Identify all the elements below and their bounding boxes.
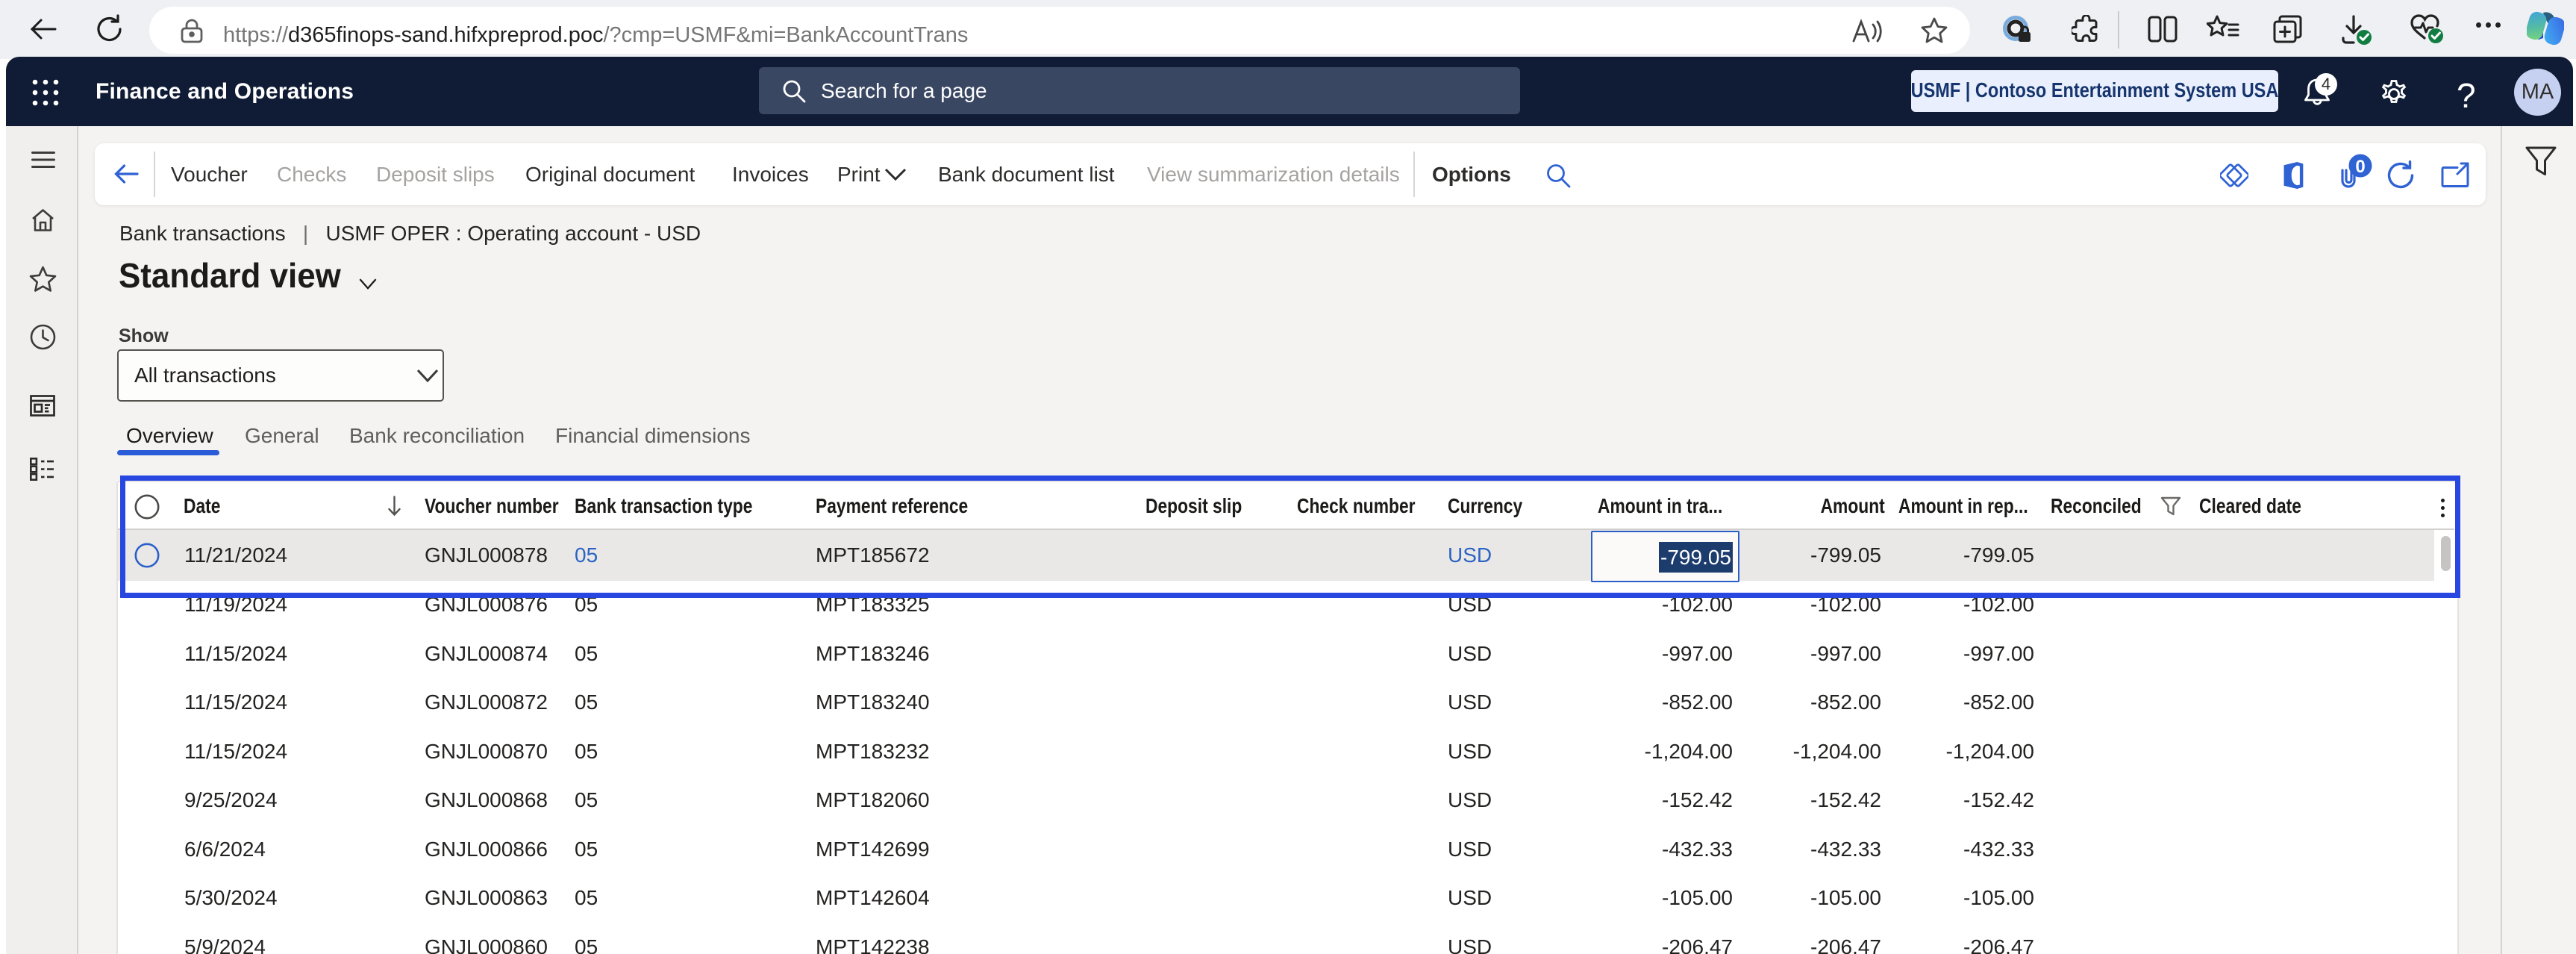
svg-text:0: 0 [2355, 157, 2365, 177]
